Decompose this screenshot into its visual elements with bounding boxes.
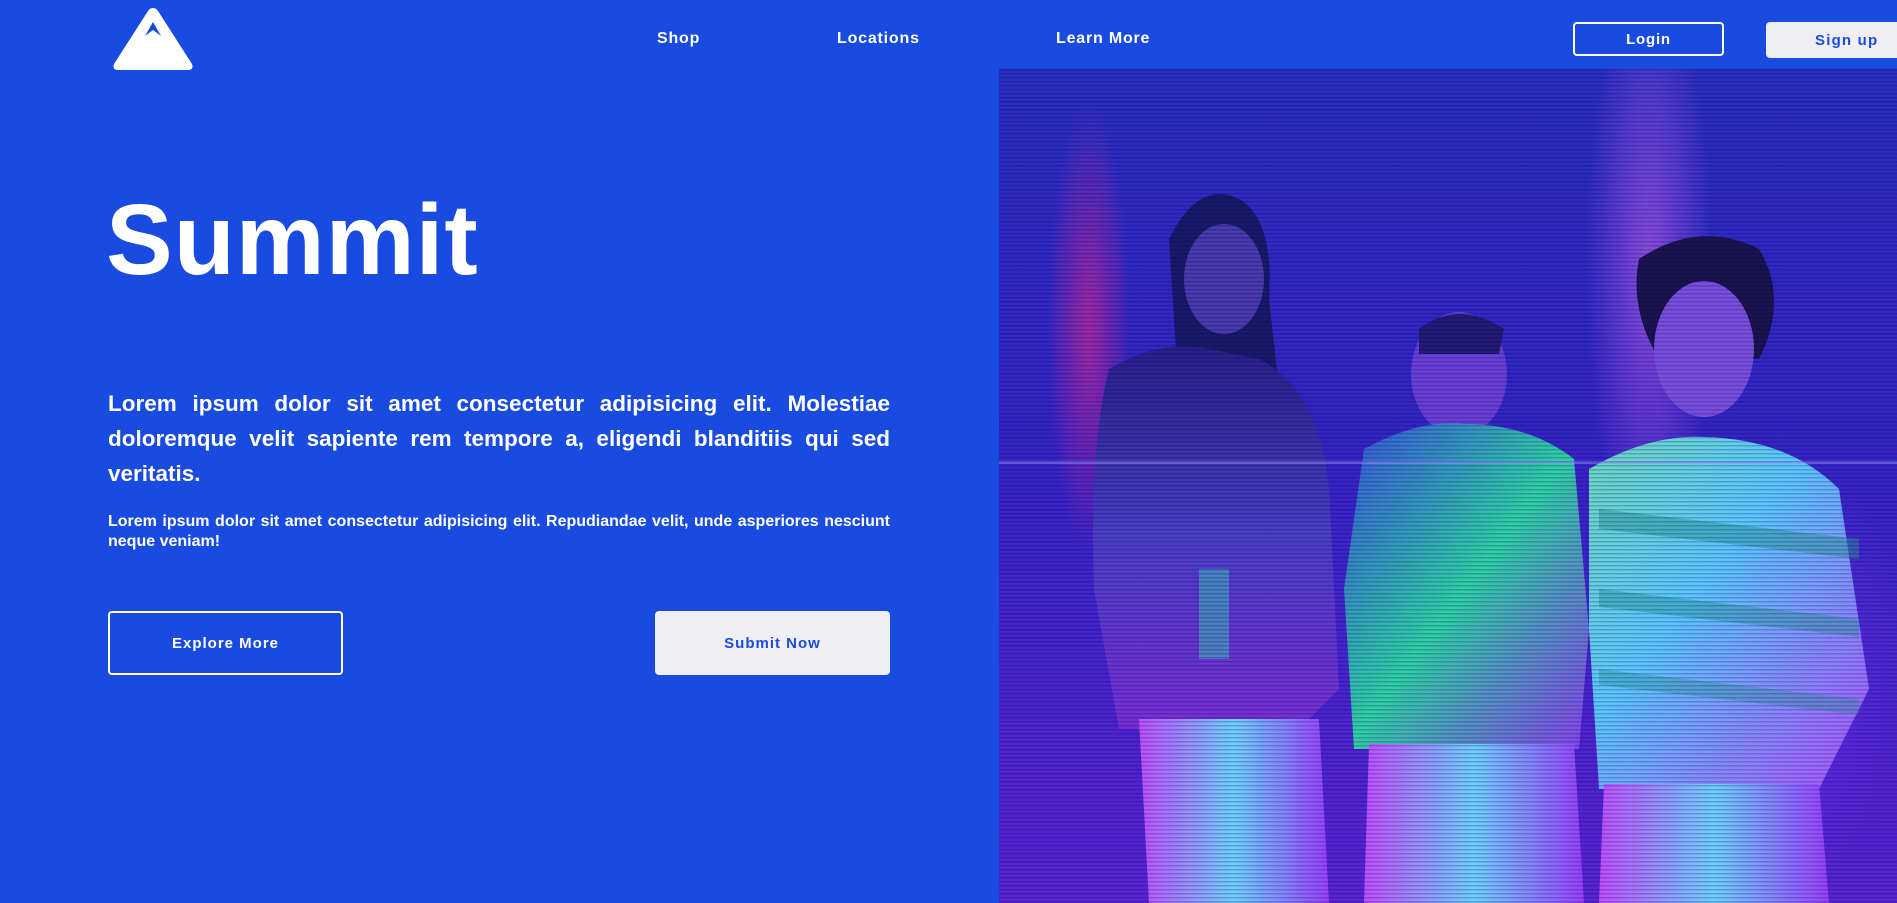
nav-locations[interactable]: Locations [837,30,920,48]
person-middle [1344,312,1589,903]
hero-sub-text: Lorem ipsum dolor sit amet consectetur a… [108,513,890,550]
nav-shop[interactable]: Shop [657,30,700,48]
explore-more-button[interactable]: Explore More [108,611,343,675]
hero-lead-text: Lorem ipsum dolor sit amet consectetur a… [108,391,890,486]
nav-learn-more[interactable]: Learn More [1056,30,1150,48]
mountain-icon[interactable] [112,6,194,70]
hero-title: Summit [106,184,479,296]
login-button[interactable]: Login [1573,22,1724,56]
submit-now-button[interactable]: Submit Now [655,611,890,675]
person-left [1093,194,1339,903]
signup-button[interactable]: Sign up [1766,22,1897,58]
person-right [1589,236,1869,903]
landing-page: Shop Locations Learn More Login Sign up … [0,0,1897,903]
hero-photo [999,69,1897,903]
